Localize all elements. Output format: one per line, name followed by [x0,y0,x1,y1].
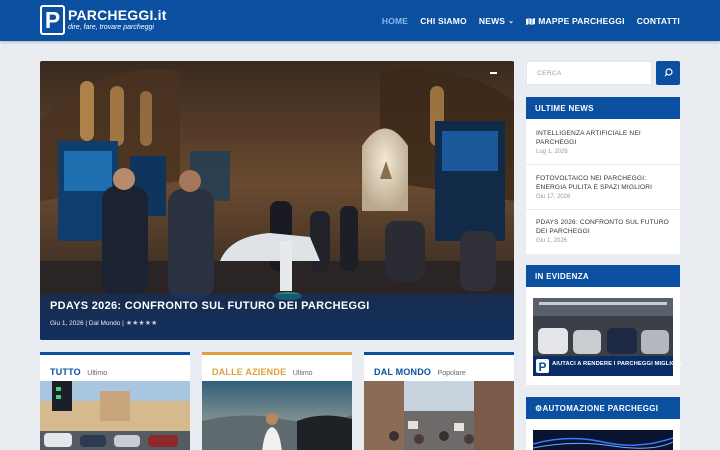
logo-p-icon: P [40,5,65,35]
main-nav: HOME CHI SIAMO NEWS ⌄ MAPPE PARCHEGGI CON… [382,0,680,41]
card-image[interactable] [364,381,514,450]
card-image[interactable] [40,381,190,450]
card-dal-mondo: DAL MONDO Popolare [364,352,514,450]
divider [526,164,680,165]
widget-latest-news: ULTIME NEWS INTELLIGENZA ARTIFICIALE NEI… [526,97,680,254]
hero-title[interactable]: PDAYS 2026: CONFRONTO SUL FUTURO DEI PAR… [50,300,370,312]
svg-text:P: P [539,360,547,374]
hero-meta: Giu 1, 2026 | Dal Mondo | ★★★★★ [50,319,157,328]
chevron-down-icon: ⌄ [508,17,515,25]
map-icon [526,17,536,25]
card-tutto: TUTTO Ultimo [40,352,190,450]
site-header: P PARCHEGGI.it dire, fare, trovare parch… [0,0,720,41]
news-item[interactable]: INTELLIGENZA ARTIFICIALE NEI PARCHEGGI L… [536,129,670,155]
card-image[interactable] [202,381,352,450]
news-title[interactable]: PDAYS 2026: CONFRONTO SUL FUTURO DEI PAR… [536,218,670,236]
search-icon [664,68,673,77]
card-title[interactable]: TUTTO [50,367,81,377]
hero-meta-text: Giu 1, 2026 | Dal Mondo | [50,319,124,327]
slider-indicator[interactable] [490,72,497,74]
news-item[interactable]: FOTOVOLTAICO NEI PARCHEGGI: ENERGIA PULI… [536,174,670,200]
news-date: Giu 17, 2026 [536,194,571,200]
star-icon: ★ [150,320,158,327]
widget-title: ⚙AUTOMAZIONE PARCHEGGI [526,397,680,419]
search-button[interactable] [656,61,680,85]
card-title[interactable]: DAL MONDO [374,367,431,377]
news-item[interactable]: PDAYS 2026: CONFRONTO SUL FUTURO DEI PAR… [536,218,670,244]
news-date: Lug 1, 2026 [536,149,568,155]
brand-tagline: dire, fare, trovare parcheggi [68,24,154,31]
search-input[interactable]: CERCA [526,61,652,85]
brand-name: PARCHEGGI.it [68,7,167,23]
rating-stars: ★★★★★ [126,319,157,327]
nav-home[interactable]: HOME [382,16,408,26]
search-placeholder: CERCA [537,70,562,77]
nav-mappe-parcheggi[interactable]: MAPPE PARCHEGGI [526,16,624,26]
widget-featured: IN EVIDENZA P AIUTACI A RENDERE I PARCHE… [526,265,682,385]
featured-banner-text: AIUTACI A RENDERE I PARCHEGGI MIGLIORI [552,361,682,367]
card-subtitle: Ultimo [292,370,313,377]
automation-image[interactable] [533,430,673,450]
widget-title: IN EVIDENZA [526,265,680,287]
nav-news[interactable]: NEWS ⌄ [479,16,514,26]
card-subtitle: Ultimo [87,370,108,377]
nav-chi-siamo[interactable]: CHI SIAMO [420,16,467,26]
nav-contatti[interactable]: CONTATTI [637,16,680,26]
widget-title: ULTIME NEWS [526,97,680,119]
site-logo[interactable]: P PARCHEGGI.it dire, fare, trovare parch… [40,4,167,36]
divider [526,209,680,210]
card-dalle-aziende: DALLE AZIENDE Ultimo [202,352,352,450]
news-title[interactable]: INTELLIGENZA ARTIFICIALE NEI PARCHEGGI [536,129,670,147]
card-subtitle: Popolare [437,370,466,377]
hero-featured-post[interactable]: PDAYS 2026: CONFRONTO SUL FUTURO DEI PAR… [40,61,514,340]
news-title[interactable]: FOTOVOLTAICO NEI PARCHEGGI: ENERGIA PULI… [536,174,670,192]
card-title[interactable]: DALLE AZIENDE [212,367,286,377]
widget-automation: ⚙AUTOMAZIONE PARCHEGGI [526,397,680,450]
hero-caption: PDAYS 2026: CONFRONTO SUL FUTURO DEI PAR… [40,294,514,340]
news-date: Giu 1, 2026 [536,238,568,244]
